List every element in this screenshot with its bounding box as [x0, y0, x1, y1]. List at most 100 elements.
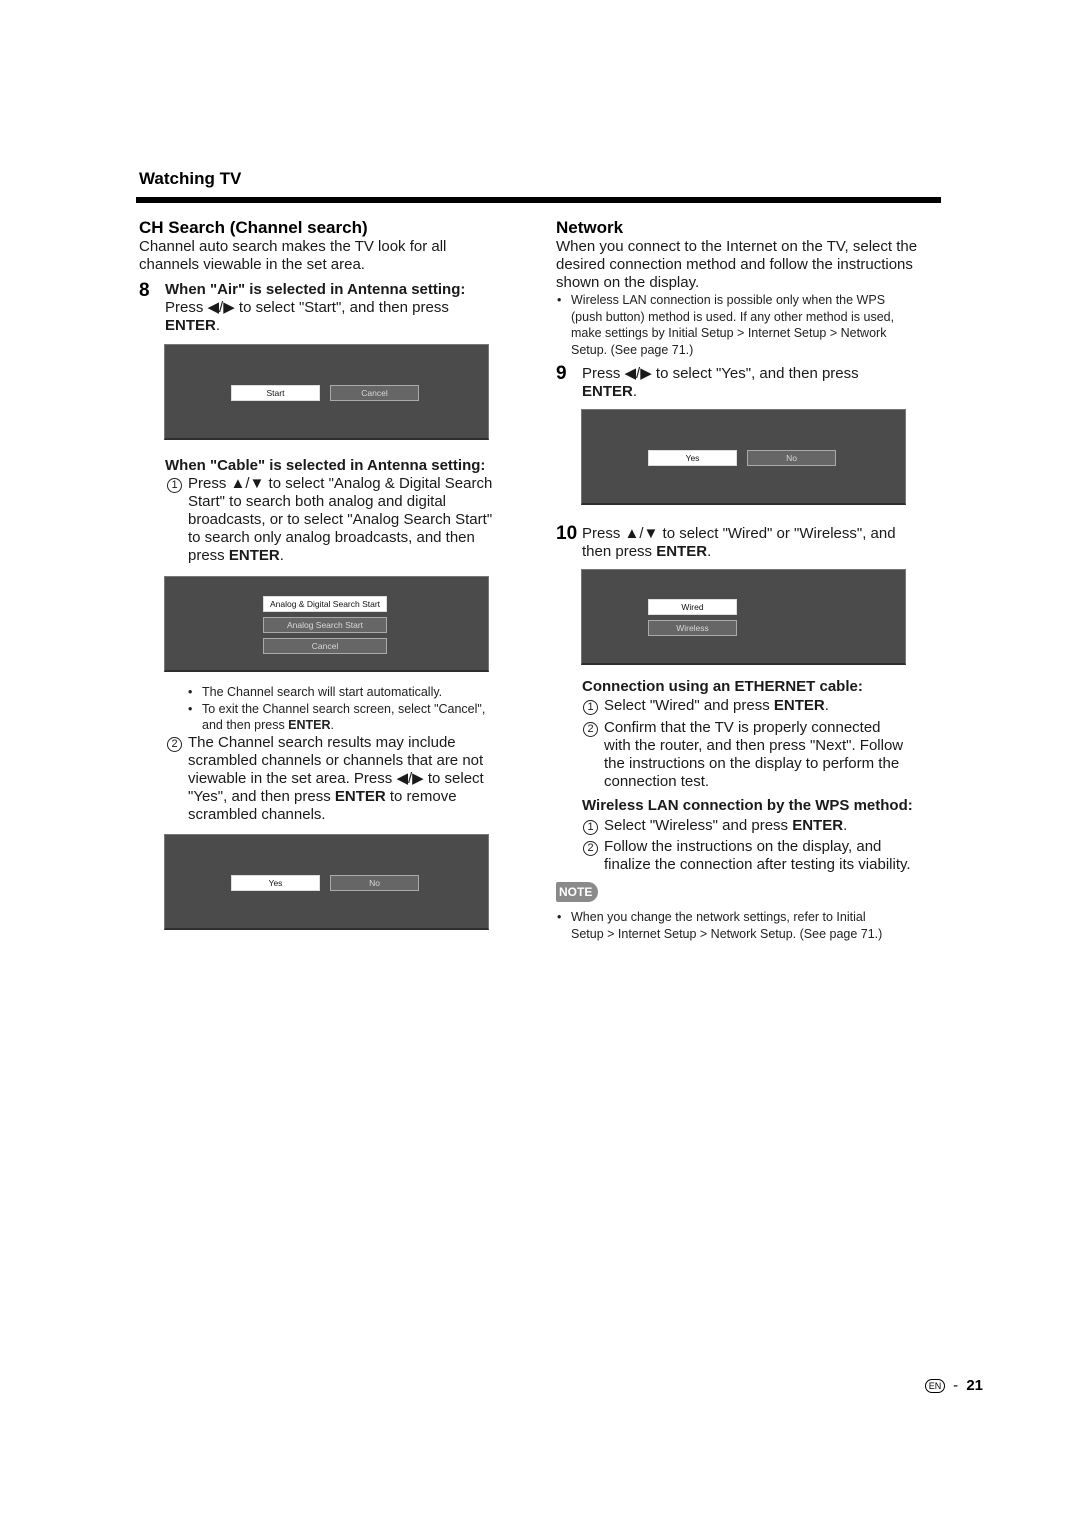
step-8-text: Press ◀/▶ to select "Start", and then pr… [165, 299, 449, 316]
cable-item-2-text: The Channel search results may include s… [188, 734, 484, 824]
note-badge: NOTE [556, 882, 598, 902]
period: . [707, 543, 712, 560]
analog-digital-search-start-button[interactable]: Analog & Digital Search Start [263, 596, 387, 612]
wps-heading: Wireless LAN connection by the WPS metho… [582, 797, 913, 814]
text-line: to search only analog broadcasts, and th… [188, 529, 475, 546]
wps-item-1: Select "Wireless" and press ENTER. [604, 817, 847, 835]
language-en-icon: EN [925, 1379, 945, 1393]
analog-search-start-button[interactable]: Analog Search Start [263, 617, 387, 633]
text: Select "Wired" and press [604, 697, 774, 714]
cable-item-1: 1 [167, 476, 185, 494]
step-10: Press ▲/▼ to select "Wired" or "Wireless… [582, 525, 896, 561]
start-button[interactable]: Start [231, 385, 320, 401]
network-bullet: Wireless LAN connection is possible only… [557, 292, 947, 358]
text-line: Setup. (See page 71.) [571, 342, 694, 357]
enter-key: ENTER [582, 383, 633, 400]
text: press [188, 547, 229, 564]
text-line: Follow the instructions on the display, … [604, 838, 882, 855]
text-line: desired connection method and follow the… [556, 256, 913, 273]
no-button[interactable]: No [747, 450, 836, 466]
circled-number-1-icon: 1 [583, 820, 598, 835]
period: . [330, 718, 335, 732]
cable-heading: When "Cable" is selected in Antenna sett… [165, 457, 486, 474]
enter-key: ENTER [334, 788, 386, 805]
text: and then press [202, 718, 289, 732]
text-line: scrambled channels or channels that are … [188, 752, 484, 769]
step-number-10: 10 [556, 523, 578, 544]
text-line: Press ▲/▼ to select "Analog & Digital Se… [188, 475, 493, 492]
note-text: When you change the network settings, re… [557, 909, 947, 942]
text-line: shown on the display. [556, 274, 700, 291]
text-line: scrambled channels. [188, 806, 326, 823]
page-number: 21 [966, 1377, 984, 1394]
enter-key: ENTER [773, 697, 825, 714]
wired-option[interactable]: Wired [648, 599, 737, 615]
intro-line: Channel auto search makes the TV look fo… [139, 238, 447, 255]
cable-item-1-text: Press ▲/▼ to select "Analog & Digital Se… [188, 475, 492, 565]
network-intro: When you connect to the Internet on the … [556, 238, 917, 292]
text-line: Start" to search both analog and digital [188, 493, 446, 510]
wps-item-1-marker: 1 [583, 818, 601, 836]
yes-button[interactable]: Yes [648, 450, 737, 466]
cable-section: When "Cable" is selected in Antenna sett… [165, 457, 485, 475]
period: . [824, 697, 829, 714]
tv-screen-air-search: Start Cancel [164, 344, 489, 440]
bullet-item: The Channel search will start automatica… [188, 684, 528, 701]
text-line: Press ◀/▶ to select "Yes", and then pres… [582, 365, 859, 382]
period: . [632, 383, 638, 400]
tv-screen-scrambled-channels: Yes No [164, 834, 489, 930]
text-line: When you connect to the Internet on the … [556, 238, 918, 255]
cancel-button[interactable]: Cancel [330, 385, 419, 401]
circled-number-1-icon: 1 [583, 700, 598, 715]
ethernet-item-2: Confirm that the TV is properly connecte… [604, 719, 903, 791]
step-9: Press ◀/▶ to select "Yes", and then pres… [582, 365, 859, 401]
text-line: Setup > Internet Setup > Network Setup. … [571, 926, 883, 941]
enter-key: ENTER [288, 718, 331, 732]
bullet-item: Wireless LAN connection is possible only… [557, 292, 947, 358]
circled-number-2-icon: 2 [583, 722, 598, 737]
text-line: viewable in the set area. Press ◀/▶ to s… [188, 770, 484, 787]
cancel-button[interactable]: Cancel [263, 638, 387, 654]
network-title: Network [556, 218, 624, 237]
step-number-8: 8 [139, 280, 150, 301]
yes-button[interactable]: Yes [231, 875, 320, 891]
enter-key: ENTER [165, 317, 216, 334]
text-line: broadcasts, or to select "Analog Search … [188, 511, 493, 528]
step-number-9: 9 [556, 363, 567, 384]
text-line: Wireless LAN connection is possible only… [571, 293, 886, 307]
period: . [215, 317, 221, 334]
enter-key: ENTER [228, 547, 280, 564]
page-footer: EN - 21 [925, 1377, 983, 1394]
ethernet-item-1-marker: 1 [583, 698, 601, 716]
no-button[interactable]: No [330, 875, 419, 891]
bullet-item: When you change the network settings, re… [557, 909, 947, 942]
intro-line: channels viewable in the set area. [139, 256, 365, 273]
wps-item-2-marker: 2 [583, 839, 601, 857]
text: then press [582, 543, 657, 560]
ethernet-heading: Connection using an ETHERNET cable: [582, 678, 863, 695]
bullet-item: To exit the Channel search screen, selec… [188, 701, 528, 734]
step-8: When "Air" is selected in Antenna settin… [165, 281, 465, 335]
text-line: Confirm that the TV is properly connecte… [604, 719, 881, 736]
tv-screen-network-confirm: Yes No [581, 409, 906, 505]
wireless-option[interactable]: Wireless [648, 620, 737, 636]
enter-key: ENTER [656, 543, 708, 560]
separator: - [953, 1377, 959, 1394]
text-line: When you change the network settings, re… [571, 910, 866, 924]
text: to remove [385, 788, 457, 805]
cable-item-2: 2 [167, 735, 185, 753]
text-line: make settings by Initial Setup > Interne… [571, 326, 887, 340]
section-title: Watching TV [139, 169, 242, 188]
tv-screen-connection-type: Wired Wireless [581, 569, 906, 665]
text-line: with the router, and then press "Next". … [604, 737, 904, 754]
text: "Yes", and then press [188, 788, 335, 805]
step-8-heading: When "Air" is selected in Antenna settin… [165, 281, 466, 298]
ch-search-intro: Channel auto search makes the TV look fo… [139, 238, 446, 274]
circled-number-2-icon: 2 [167, 737, 182, 752]
text-line: Press ▲/▼ to select "Wired" or "Wireless… [582, 525, 896, 542]
text-line: the instructions on the display to perfo… [604, 755, 900, 772]
header-divider [136, 197, 941, 203]
text: Select "Wireless" and press [604, 817, 793, 834]
enter-key: ENTER [792, 817, 844, 834]
text-line: (push button) method is used. If any oth… [571, 309, 895, 324]
